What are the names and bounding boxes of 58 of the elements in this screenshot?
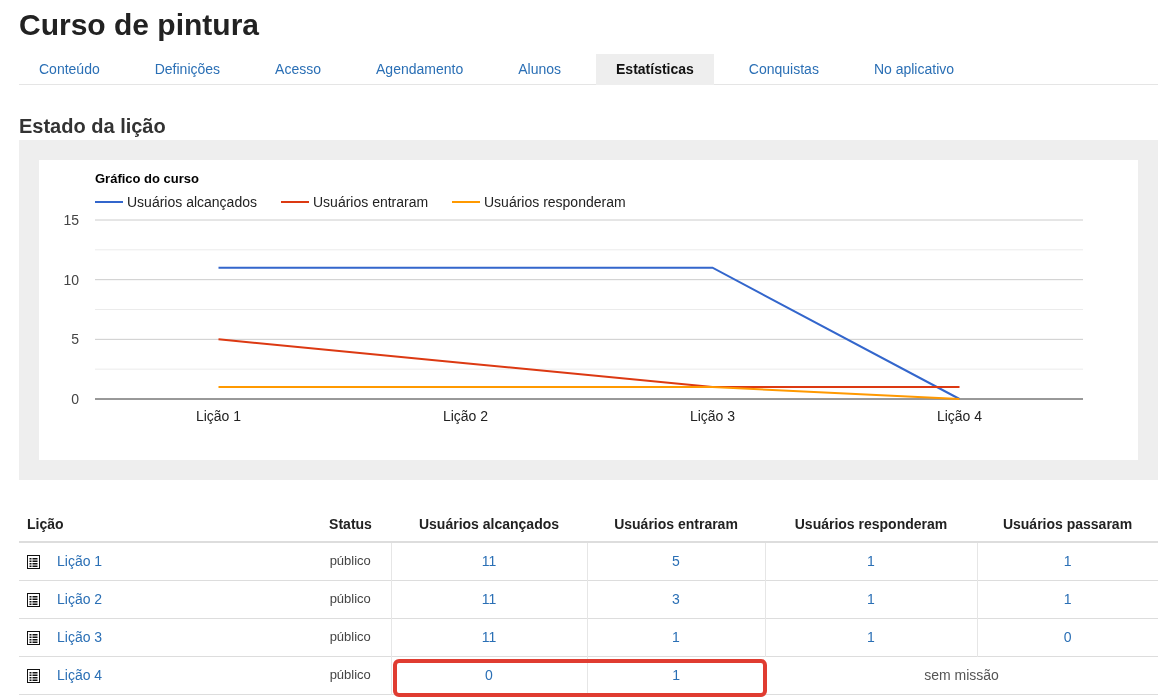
- x-tick-label: Lição 1: [195, 408, 242, 424]
- column-header: Usuários passaram: [1002, 516, 1133, 532]
- tab[interactable]: Estatísticas: [596, 54, 714, 85]
- chart-title: Gráfico do curso: [95, 171, 200, 186]
- count-link[interactable]: 0: [1063, 629, 1072, 645]
- tab[interactable]: Conteúdo: [19, 54, 120, 85]
- tab[interactable]: Agendamento: [356, 54, 484, 85]
- legend-label: Usuários responderam: [484, 194, 626, 210]
- tab[interactable]: Definições: [134, 54, 241, 85]
- count-link[interactable]: 11: [481, 591, 497, 607]
- count-link[interactable]: 11: [481, 629, 497, 645]
- count-link[interactable]: 1: [1063, 591, 1072, 607]
- legend-label: Usuários entraram: [313, 194, 429, 210]
- count-link[interactable]: 1: [867, 553, 875, 569]
- status-text: público: [329, 667, 371, 682]
- legend-item: Usuários entraram: [280, 194, 429, 210]
- y-tick-label: 15: [63, 212, 79, 228]
- section-title: Estado da lição: [19, 114, 167, 139]
- x-tick-label: Lição 2: [442, 408, 489, 424]
- lesson-link[interactable]: Lição 1: [57, 551, 103, 572]
- status-text: público: [329, 591, 371, 606]
- column-header: Usuários alcançados: [418, 516, 560, 532]
- count-link[interactable]: 1: [867, 591, 875, 607]
- tab[interactable]: No aplicativo: [853, 54, 975, 85]
- count-link[interactable]: 1: [1063, 553, 1072, 569]
- column-header: Usuários responderam: [794, 516, 948, 532]
- list-document-icon: [27, 630, 40, 645]
- legend-label: Usuários alcançados: [127, 194, 257, 210]
- page-title: Curso de pintura: [19, 7, 260, 43]
- lesson-link[interactable]: Lição 4: [57, 665, 103, 686]
- tab[interactable]: Conquistas: [728, 54, 839, 85]
- list-document-icon: [27, 592, 40, 607]
- count-link[interactable]: 1: [672, 629, 680, 645]
- legend-item: Usuários responderam: [451, 194, 626, 210]
- lesson-link[interactable]: Lição 3: [57, 627, 103, 648]
- y-tick-label: 0: [71, 391, 79, 407]
- column-header: Status: [329, 516, 372, 532]
- count-link[interactable]: 11: [481, 553, 497, 569]
- lesson-link[interactable]: Lição 2: [57, 589, 103, 610]
- status-text: público: [329, 629, 371, 644]
- no-mission-text: sem missão: [924, 667, 999, 683]
- y-tick-label: 10: [63, 271, 79, 288]
- legend-item: Usuários alcançados: [94, 194, 257, 210]
- count-link[interactable]: 1: [867, 629, 875, 645]
- status-text: público: [329, 553, 371, 568]
- tab[interactable]: Alunos: [498, 54, 581, 85]
- count-link[interactable]: 3: [672, 591, 680, 607]
- tab[interactable]: Acesso: [255, 54, 341, 85]
- count-link[interactable]: 1: [672, 667, 681, 683]
- count-link[interactable]: 5: [672, 553, 680, 569]
- count-link[interactable]: 0: [485, 667, 493, 683]
- x-tick-label: Lição 3: [689, 408, 736, 424]
- y-tick-label: 5: [71, 331, 79, 348]
- column-header: Lição: [27, 516, 64, 532]
- column-header: Usuários entraram: [614, 516, 738, 532]
- x-tick-label: Lição 4: [936, 408, 983, 424]
- list-document-icon: [27, 554, 40, 569]
- list-document-icon: [27, 668, 40, 683]
